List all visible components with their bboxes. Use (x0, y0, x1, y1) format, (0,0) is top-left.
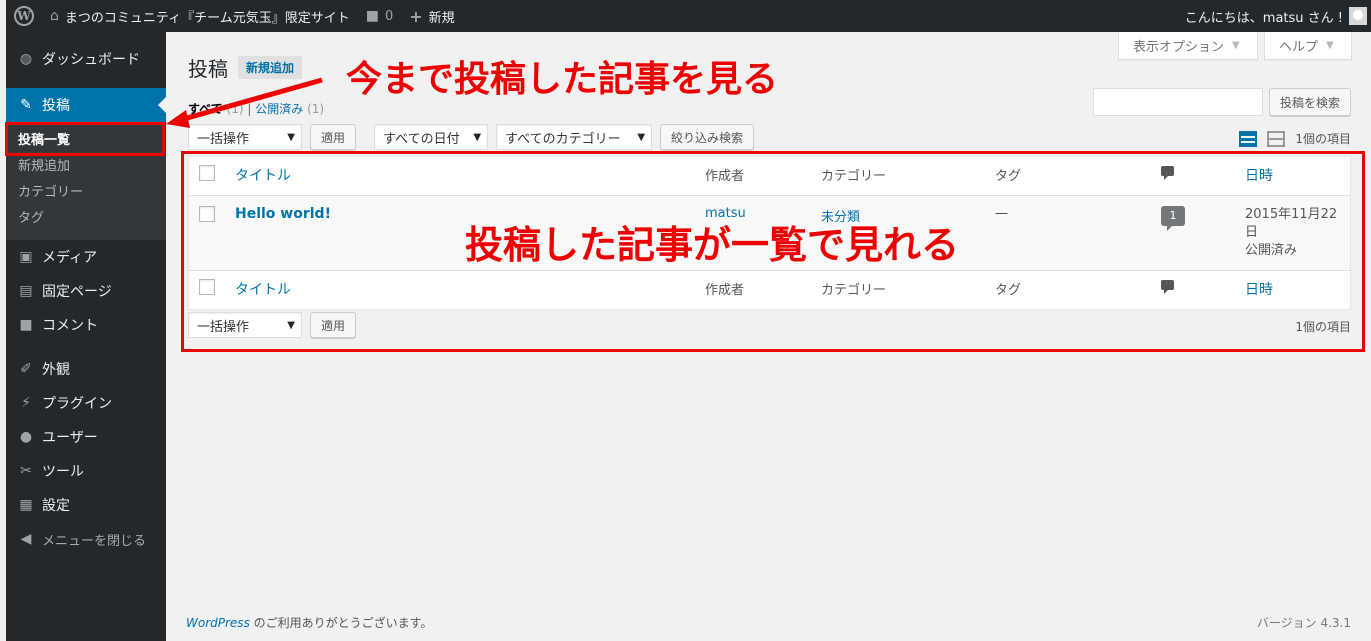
wordpress-link[interactable]: WordPress (186, 616, 250, 630)
brush-icon: ✐ (20, 361, 32, 377)
comments-link[interactable]: ■ 0 (358, 0, 402, 32)
sidebar-item-users[interactable]: ● ユーザー (6, 420, 166, 454)
items-count: 1個の項目 (1295, 132, 1351, 146)
media-icon: ▣ (19, 249, 33, 265)
submenu-tags[interactable]: タグ (6, 206, 166, 232)
collapse-menu-label: メニューを閉じる (42, 533, 147, 549)
category-filter-value: すべてのカテゴリー (505, 131, 621, 147)
search-box: 投稿を検索 (1092, 88, 1351, 116)
plus-icon: + (409, 6, 423, 26)
collapse-arrow-icon: ◀ (20, 531, 32, 547)
user-icon: ● (19, 429, 33, 445)
search-input[interactable] (1092, 88, 1263, 116)
triangle-down-icon: ▼ (1326, 40, 1334, 51)
annotation-table-note: 投稿した記事が一覧で見れる (465, 223, 960, 267)
admin-bar: W ⌂ まつのコミュニティ『チーム元気玉』限定サイト ■ 0 + 新規 こんにち… (6, 0, 1371, 32)
sidebar-item-label: 固定ページ (42, 284, 112, 300)
sidebar-item-appearance[interactable]: ✐ 外観 (6, 352, 166, 386)
dropdown-arrow-icon: ▼ (637, 131, 646, 143)
screen-options-label: 表示オプション (1133, 40, 1225, 55)
submenu-add-new[interactable]: 新規追加 (6, 154, 166, 180)
comment-bubble-icon: ■ (365, 8, 379, 24)
sidebar-item-label: 外観 (42, 362, 70, 378)
site-name-link[interactable]: ⌂ まつのコミュニティ『チーム元気玉』限定サイト (42, 0, 358, 32)
site-name: まつのコミュニティ『チーム元気玉』限定サイト (64, 10, 350, 26)
sidebar-item-label: メディア (42, 250, 98, 266)
page-icon: ▤ (19, 283, 33, 299)
pin-icon: ✎ (20, 97, 32, 113)
settings-icon: ▦ (19, 497, 33, 513)
annotation-highlight-all-posts (5, 122, 165, 156)
sidebar-item-media[interactable]: ▣ メディア (6, 240, 166, 274)
help-button[interactable]: ヘルプ ▼ (1264, 32, 1352, 60)
dropdown-arrow-icon: ▼ (473, 131, 482, 143)
sidebar-item-settings[interactable]: ▦ 設定 (6, 488, 166, 522)
collapse-menu-button[interactable]: ◀ メニューを閉じる (6, 522, 166, 556)
sidebar-item-label: プラグイン (42, 396, 112, 412)
screen-options-button[interactable]: 表示オプション ▼ (1118, 32, 1258, 60)
tablenav-top-right: 1個の項目 (1239, 130, 1351, 147)
sidebar-item-posts[interactable]: ✎ 投稿 (6, 88, 166, 122)
wp-logo-button[interactable]: W (6, 0, 42, 32)
sidebar-item-label: ユーザー (42, 430, 98, 446)
home-icon: ⌂ (50, 8, 59, 24)
triangle-down-icon: ▼ (1232, 40, 1240, 51)
comment-icon: ■ (19, 317, 33, 333)
user-greeting[interactable]: こんにちは、matsu さん ! (1185, 7, 1343, 26)
filter-button[interactable]: 絞り込み検索 (660, 124, 755, 150)
help-label: ヘルプ (1279, 40, 1319, 55)
sidebar-item-comments[interactable]: ■ コメント (6, 308, 166, 342)
submenu-categories[interactable]: カテゴリー (6, 180, 166, 206)
wordpress-logo-icon: W (14, 6, 34, 26)
dashboard-icon: ◍ (19, 51, 33, 67)
annotation-top-note: 今まで投稿した記事を見る (346, 59, 779, 100)
footer-thanks: WordPress のご利用ありがとうございます。 (186, 614, 432, 631)
sidebar-item-tools[interactable]: ✂ ツール (6, 454, 166, 488)
footer-version: バージョン 4.3.1 (1256, 616, 1351, 630)
sidebar-item-label: 設定 (42, 498, 70, 514)
sidebar-item-pages[interactable]: ▤ 固定ページ (6, 274, 166, 308)
new-label: 新規 (428, 10, 455, 26)
sidebar-item-label: 投稿 (42, 98, 70, 114)
sidebar-item-label: ダッシュボード (42, 52, 140, 68)
plugin-icon: ⚡ (21, 395, 31, 411)
date-filter-value: すべての日付 (383, 131, 460, 147)
date-filter-select[interactable]: すべての日付 ▼ (374, 124, 489, 150)
comments-count: 0 (384, 8, 394, 24)
wrench-icon: ✂ (20, 463, 32, 479)
sidebar-item-plugins[interactable]: ⚡ プラグイン (6, 386, 166, 420)
avatar[interactable] (1349, 7, 1367, 25)
search-posts-button[interactable]: 投稿を検索 (1268, 88, 1351, 116)
dropdown-arrow-icon: ▼ (287, 131, 295, 143)
excerpt-view-icon[interactable] (1267, 130, 1286, 147)
annotation-arrow (166, 77, 323, 128)
new-content-link[interactable]: + 新規 (401, 0, 462, 32)
footer-thanks-text: のご利用ありがとうございます。 (249, 616, 433, 630)
list-view-icon[interactable] (1239, 130, 1258, 147)
category-filter-select[interactable]: すべてのカテゴリー ▼ (496, 124, 653, 150)
sidebar-item-dashboard[interactable]: ◍ ダッシュボード (6, 42, 166, 76)
sidebar-item-label: コメント (42, 318, 98, 334)
bulk-action-value: 一括操作 (197, 131, 250, 147)
sidebar-item-label: ツール (42, 464, 84, 480)
